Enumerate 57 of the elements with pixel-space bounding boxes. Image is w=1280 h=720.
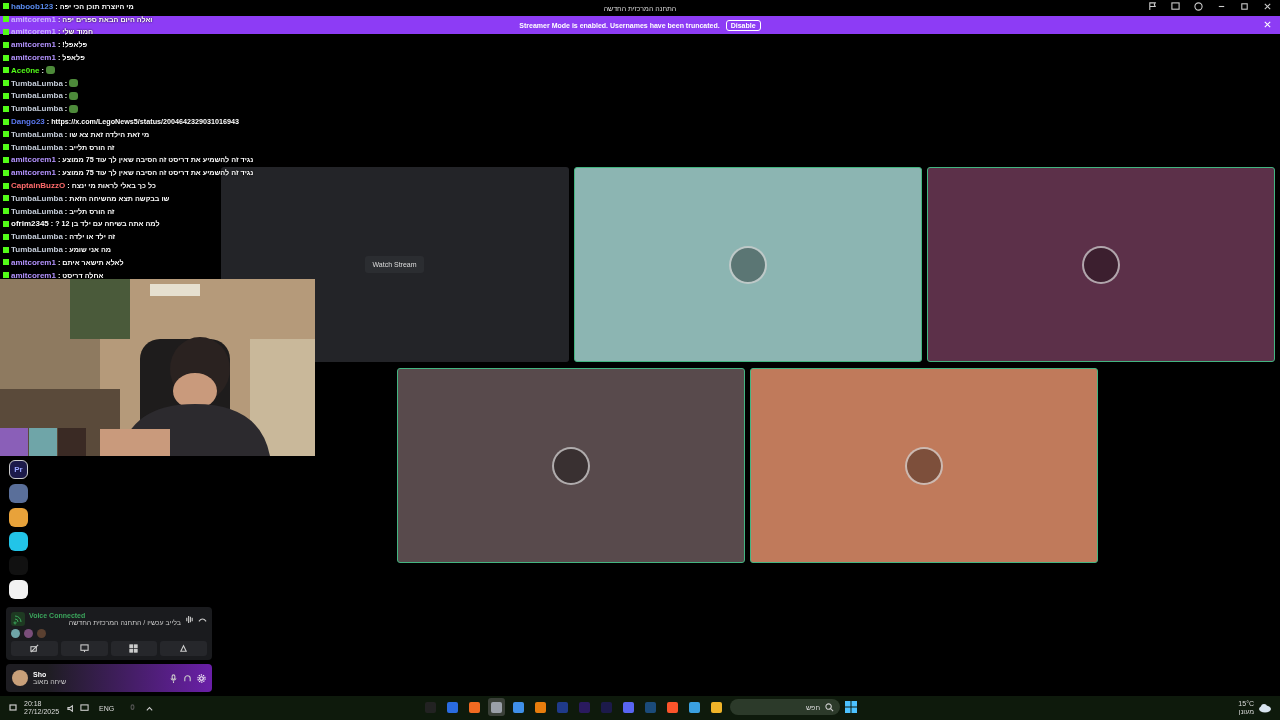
participant-avatar <box>905 446 943 485</box>
server-icon[interactable]: Pr <box>9 460 28 479</box>
chat-username: amitcorem1 <box>11 270 56 280</box>
chat-username: TumbaLumba <box>11 142 63 152</box>
help-icon[interactable] <box>1194 2 1203 11</box>
maximize-icon[interactable] <box>1240 2 1249 11</box>
camera-off-icon <box>29 644 39 653</box>
signal-icon <box>11 612 25 626</box>
participant-avatar <box>1081 245 1120 284</box>
chat-username: amitcorem1 <box>11 27 56 37</box>
chat-username: TumbaLumba <box>11 206 63 216</box>
search-icon <box>825 702 834 712</box>
grid-icon <box>129 644 139 653</box>
participant-avatar <box>728 245 767 284</box>
cloud-icon[interactable] <box>1258 703 1272 713</box>
chat-username: haboob123 <box>11 1 54 11</box>
chat-username: TumbaLumba <box>11 129 63 139</box>
emote-icon <box>45 66 55 75</box>
participant-tile[interactable] <box>926 167 1275 362</box>
sound-wave-icon[interactable] <box>185 614 194 624</box>
settings-icon[interactable] <box>197 673 206 683</box>
chat-username: TumbaLumba <box>11 232 63 242</box>
chat-username: amitcorem1 <box>11 155 56 165</box>
chat-username: TumbaLumba <box>11 193 63 203</box>
close-icon[interactable] <box>1263 2 1272 11</box>
chat-username: Ace0ne <box>11 65 40 75</box>
chat-username: amitcorem1 <box>11 53 56 63</box>
share-screen-button[interactable] <box>60 641 108 656</box>
chat-username: TumbaLumba <box>11 91 63 101</box>
camera-button[interactable] <box>11 641 58 656</box>
chat-username: Dango23 <box>11 117 45 127</box>
chat-username: TumbaLumba <box>11 245 63 255</box>
headphones-icon[interactable] <box>183 673 192 683</box>
server-icon[interactable] <box>9 508 28 527</box>
display-icon[interactable] <box>80 703 90 713</box>
participant-tile[interactable] <box>573 167 922 362</box>
chat-username: amitcorem1 <box>11 40 56 50</box>
server-icon[interactable] <box>9 532 28 551</box>
user-avatar[interactable] <box>12 670 28 686</box>
chat-username: TumbaLumba <box>11 104 63 114</box>
screen-icon <box>79 644 89 653</box>
chat-username: amitcorem1 <box>11 168 56 178</box>
participant-tile[interactable] <box>397 368 745 563</box>
windows-start-icon[interactable] <box>845 701 857 713</box>
chat-username: ofrim2345 <box>11 219 49 229</box>
chat-username: amitcorem1 <box>11 14 56 24</box>
participant-avatar <box>552 446 590 485</box>
chat-username: TumbaLumba <box>11 78 63 88</box>
screen-icon[interactable] <box>1171 2 1180 11</box>
triangle-icon <box>179 644 189 653</box>
participant-tile[interactable] <box>750 368 1098 563</box>
server-icon[interactable] <box>9 580 28 599</box>
soundboard-button[interactable] <box>160 641 207 656</box>
flag-icon[interactable] <box>1148 2 1157 11</box>
chat-username: amitcorem1 <box>11 257 56 267</box>
chat-username: CaptainBuzzO <box>11 181 66 191</box>
activities-button[interactable] <box>110 641 158 656</box>
